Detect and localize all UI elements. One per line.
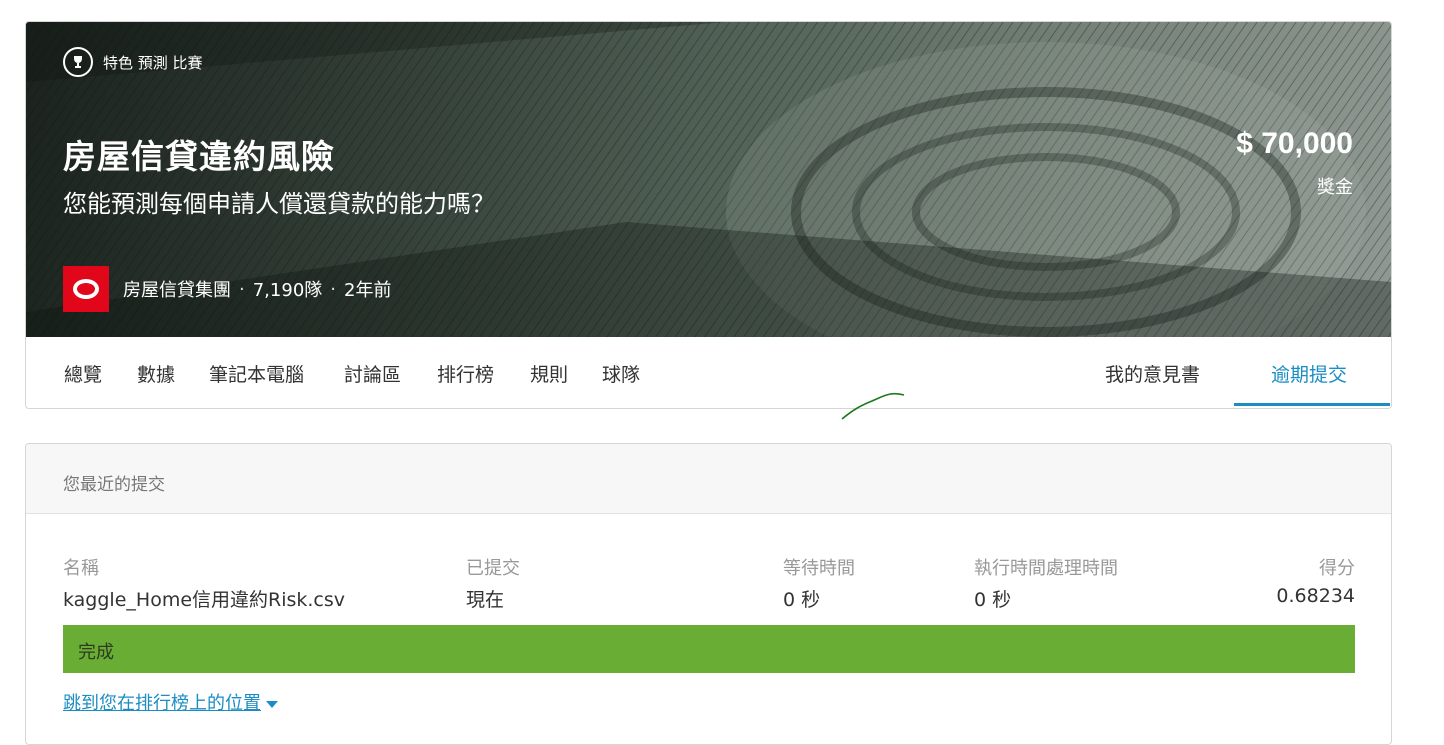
- competition-header-card: 特色 預測 比賽 房屋信貸違約風險 您能預測每個申請人償還貸款的能力嗎？ 房屋信…: [25, 21, 1392, 409]
- tab-late-submission[interactable]: 逾期提交: [1271, 360, 1347, 387]
- active-tab-indicator: [1234, 403, 1390, 406]
- submission-file-name: kaggle_Home信用違約Risk.csv: [63, 589, 346, 611]
- team-count: 7,190隊: [252, 280, 323, 301]
- recent-submission-card: 您最近的提交 名稱 已提交 等待時間 執行時間處理時間 得分 kaggle_Ho…: [25, 443, 1392, 745]
- prize-label: 獎金: [1317, 177, 1353, 198]
- tab-team[interactable]: 球隊: [602, 360, 640, 387]
- tab-rules[interactable]: 規則: [530, 360, 568, 387]
- column-run-time-label: 執行時間處理時間: [974, 558, 1118, 579]
- status-bar: 完成: [63, 625, 1355, 673]
- separator-dot: ·: [239, 278, 245, 300]
- prize-block: $ 70,000 獎金: [1236, 127, 1353, 199]
- tab-my-submissions[interactable]: 我的意見書: [1105, 360, 1200, 387]
- separator-dot: ·: [330, 278, 336, 300]
- tab-leaderboard[interactable]: 排行榜: [437, 360, 494, 387]
- competition-tabs: 總覽 數據 筆記本電腦 討論區 排行榜 規則 球隊 我的意見書 逾期提交: [26, 337, 1391, 408]
- column-name-label: 名稱: [63, 558, 99, 579]
- host-logo[interactable]: [63, 266, 109, 312]
- tab-discussion[interactable]: 討論區: [344, 360, 401, 387]
- tab-overview[interactable]: 總覽: [64, 360, 102, 387]
- host-name[interactable]: 房屋信貸集團: [123, 276, 231, 302]
- trophy-icon: [63, 47, 93, 77]
- jump-to-leaderboard-link[interactable]: 跳到您在排行榜上的位置: [63, 689, 278, 715]
- featured-badge: 特色 預測 比賽: [63, 47, 203, 77]
- competition-banner: 特色 預測 比賽 房屋信貸違約風險 您能預測每個申請人償還貸款的能力嗎？ 房屋信…: [26, 22, 1391, 337]
- prize-amount: $ 70,000: [1236, 127, 1353, 160]
- recent-submission-title: 您最近的提交: [63, 475, 165, 495]
- column-submitted-label: 已提交: [466, 558, 520, 579]
- caret-down-icon: [266, 700, 278, 708]
- competition-age: 2年前: [344, 280, 392, 301]
- tab-data[interactable]: 數據: [137, 360, 175, 387]
- competition-title: 房屋信貸違約風險: [63, 137, 335, 176]
- status-label: 完成: [78, 642, 114, 663]
- competition-subtitle: 您能預測每個申請人償還貸款的能力嗎？: [63, 190, 495, 218]
- column-wait-time-label: 等待時間: [783, 558, 855, 579]
- jump-link-label: 跳到您在排行榜上的位置: [63, 693, 261, 714]
- host-info: 房屋信貸集團 · 7,190隊 · 2年前: [63, 266, 391, 312]
- submission-submitted: 現在: [466, 589, 505, 611]
- recent-submission-header: 您最近的提交: [26, 444, 1391, 514]
- submission-score: 0.68234: [1276, 585, 1355, 607]
- tab-notebooks[interactable]: 筆記本電腦: [209, 360, 304, 387]
- submission-wait-time: 0 秒: [783, 589, 821, 611]
- pen-scribble: [841, 392, 905, 420]
- submission-run-time: 0 秒: [974, 589, 1012, 611]
- featured-badge-label: 特色 預測 比賽: [103, 53, 203, 72]
- column-score-label: 得分: [1319, 558, 1355, 579]
